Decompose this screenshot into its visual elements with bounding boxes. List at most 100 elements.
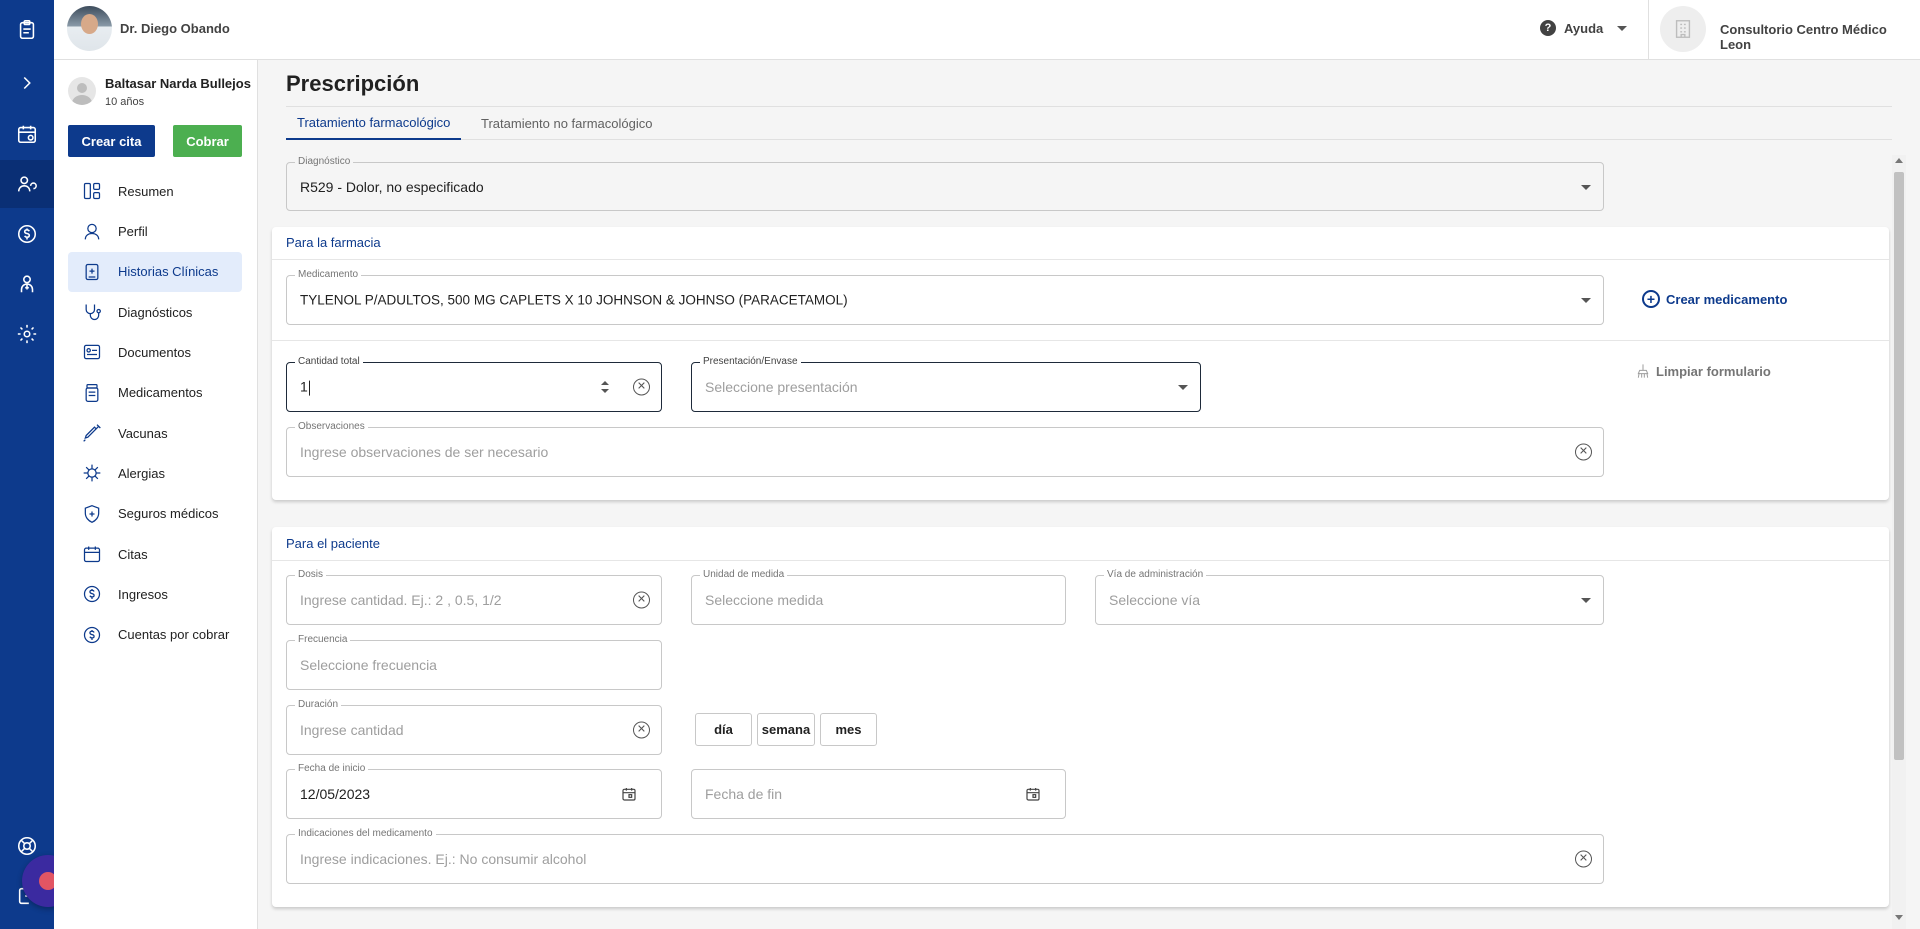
nav-item-ingresos[interactable]: Ingresos: [68, 574, 242, 614]
divider: [272, 259, 1889, 260]
duration-month-button[interactable]: mes: [820, 713, 877, 746]
tab-pharmacological[interactable]: Tratamiento farmacológico: [286, 107, 462, 140]
nav-label: Cuentas por cobrar: [118, 627, 230, 643]
presentation-select[interactable]: Presentación/Envase Seleccione presentac…: [691, 356, 1201, 412]
field-value: TYLENOL P/ADULTOS, 500 MG CAPLETS X 10 J…: [300, 292, 848, 308]
appointments-icon: [81, 543, 103, 565]
field-placeholder: Seleccione medida: [705, 592, 824, 608]
clear-icon[interactable]: ✕: [1575, 850, 1592, 868]
clear-icon[interactable]: ✕: [633, 721, 650, 739]
calendar-icon[interactable]: [11, 118, 43, 150]
prescription-tabs: Tratamiento farmacológico Tratamiento no…: [286, 106, 1892, 140]
clinic-icon[interactable]: [1660, 6, 1706, 52]
clear-icon[interactable]: ✕: [633, 591, 650, 609]
nav-label: Diagnósticos: [118, 304, 193, 320]
field-value: 1: [300, 378, 308, 395]
tab-non-pharmacological[interactable]: Tratamiento no farmacológico: [470, 107, 664, 140]
duration-day-button[interactable]: día: [695, 713, 752, 746]
billing-icon[interactable]: [11, 218, 43, 250]
unit-select[interactable]: Unidad de medida Seleccione medida: [691, 569, 1066, 625]
start-date-input[interactable]: Fecha de inicio 12/05/2023: [286, 763, 662, 819]
button-label: Limpiar formulario: [1656, 363, 1771, 379]
patients-icon[interactable]: [0, 160, 54, 208]
nav-item-perfil[interactable]: Perfil: [68, 211, 242, 251]
field-placeholder: Seleccione frecuencia: [300, 657, 437, 673]
medication-icon: [81, 382, 103, 404]
field-label: Vía de administración: [1104, 569, 1207, 581]
divider: [272, 560, 1889, 561]
charge-button[interactable]: Cobrar: [173, 125, 242, 157]
nav-item-citas[interactable]: Citas: [68, 534, 242, 574]
scrollbar-thumb[interactable]: [1894, 172, 1904, 760]
calendar-icon[interactable]: [621, 786, 637, 802]
end-date-input[interactable]: Fecha de fin: [691, 769, 1066, 819]
divider: [1648, 0, 1649, 60]
patient-age: 10 años: [105, 96, 145, 108]
insurance-icon: [81, 503, 103, 525]
medication-select[interactable]: Medicamento TYLENOL P/ADULTOS, 500 MG CA…: [286, 269, 1604, 325]
chevron-down-icon: [1617, 25, 1628, 31]
nav-item-cuentas-por-cobrar[interactable]: Cuentas por cobrar: [68, 615, 242, 655]
medical-record-icon: [81, 261, 103, 283]
create-appointment-button[interactable]: Crear cita: [68, 125, 155, 157]
doctor-name[interactable]: Dr. Diego Obando: [120, 21, 230, 36]
chevron-down-icon: [1581, 184, 1591, 190]
field-placeholder: Fecha de fin: [705, 786, 783, 802]
chevron-down-icon: [1581, 298, 1591, 303]
text-cursor: [308, 380, 310, 396]
duration-input[interactable]: Duración Ingrese cantidad ✕: [286, 699, 662, 755]
nav-item-vacunas[interactable]: Vacunas: [68, 413, 242, 453]
observations-input[interactable]: Observaciones Ingrese observaciones de s…: [286, 421, 1604, 477]
field-placeholder: Ingrese indicaciones. Ej.: No consumir a…: [300, 851, 587, 867]
field-placeholder: Seleccione vía: [1109, 592, 1201, 608]
divider: [272, 340, 1889, 341]
left-rail: [0, 0, 54, 929]
indications-input[interactable]: Indicaciones del medicamento Ingrese ind…: [286, 828, 1604, 884]
nav-label: Alergias: [118, 465, 165, 481]
clinic-name[interactable]: Consultorio Centro Médico Leon: [1720, 22, 1920, 52]
summary-icon: [81, 180, 103, 202]
help-label: Ayuda: [1564, 20, 1604, 36]
nav-item-medicamentos[interactable]: Medicamentos: [68, 373, 242, 413]
diagnosis-select[interactable]: Diagnóstico R529 - Dolor, no especificad…: [286, 156, 1604, 211]
route-select[interactable]: Vía de administración Seleccione vía: [1095, 569, 1604, 625]
dose-input[interactable]: Dosis Ingrese cantidad. Ej.: 2 , 0.5, 1/…: [286, 569, 662, 625]
quantity-input[interactable]: Cantidad total 1 ✕: [286, 356, 662, 412]
page-title: Prescripción: [286, 71, 420, 96]
doctor-icon[interactable]: [11, 268, 43, 300]
nav-item-resumen[interactable]: Resumen: [68, 171, 242, 211]
clear-icon[interactable]: ✕: [1575, 443, 1592, 461]
scroll-down-icon[interactable]: [1895, 915, 1903, 920]
patient-name: Baltasar Narda Bullejos: [105, 76, 251, 91]
help-menu[interactable]: ? Ayuda: [1540, 20, 1628, 36]
scroll-up-icon[interactable]: [1895, 158, 1903, 163]
nav-item-alergias[interactable]: Alergias: [68, 453, 242, 493]
chevron-down-icon: [1581, 598, 1591, 603]
field-label: Unidad de medida: [700, 569, 788, 581]
nav-item-historias-clinicas[interactable]: Historias Clínicas: [68, 251, 242, 292]
stethoscope-icon: [81, 301, 103, 323]
nav-label: Ingresos: [118, 586, 168, 602]
nav-item-documentos[interactable]: Documentos: [68, 332, 242, 372]
nav-item-seguros-medicos[interactable]: Seguros médicos: [68, 494, 242, 534]
field-placeholder: Ingrese cantidad. Ej.: 2 , 0.5, 1/2: [300, 592, 502, 608]
clear-icon[interactable]: ✕: [633, 378, 650, 396]
create-medication-button[interactable]: + Crear medicamento: [1642, 290, 1787, 308]
profile-icon: [81, 220, 103, 242]
clipboard-icon[interactable]: [11, 14, 43, 46]
nav-item-diagnosticos[interactable]: Diagnósticos: [68, 292, 242, 332]
field-placeholder: Ingrese cantidad: [300, 722, 404, 738]
frequency-select[interactable]: Frecuencia Seleccione frecuencia: [286, 634, 662, 690]
settings-icon[interactable]: [11, 318, 43, 350]
duration-week-button[interactable]: semana: [757, 713, 815, 746]
calendar-icon[interactable]: [1025, 786, 1041, 802]
field-label: Medicamento: [295, 269, 362, 281]
clear-form-button[interactable]: Limpiar formulario: [1635, 363, 1771, 379]
pharmacy-section-title: Para la farmacia: [286, 235, 381, 250]
expand-icon[interactable]: [11, 67, 43, 99]
allergy-icon: [81, 462, 103, 484]
field-label: Indicaciones del medicamento: [295, 828, 436, 840]
stepper-icon[interactable]: [601, 380, 609, 394]
doctor-avatar[interactable]: [67, 6, 112, 51]
income-icon: [81, 583, 103, 605]
